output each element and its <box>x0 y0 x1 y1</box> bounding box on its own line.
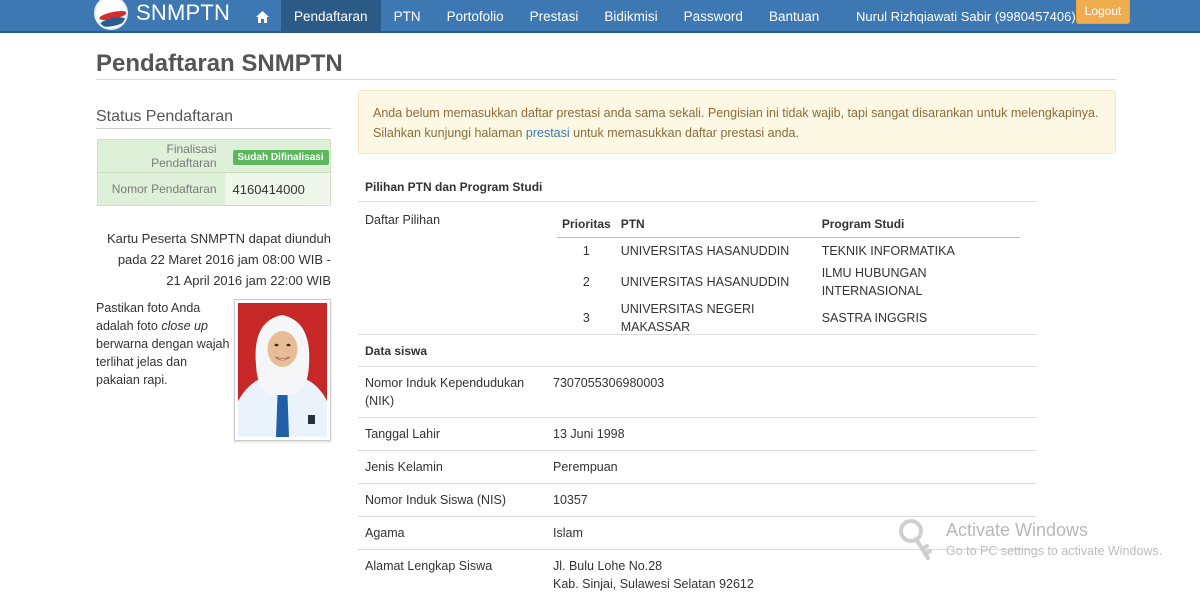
pilihan-table: Prioritas PTN Program Studi 1 UNIVERSITA… <box>557 211 1020 336</box>
pilihan-program-studi: TEKNIK INFORMATIKA <box>821 243 955 258</box>
nav-item-ptn[interactable]: PTN <box>381 0 434 33</box>
tanggal-lahir-value: 13 Juni 1998 <box>553 427 625 441</box>
header-ptn: PTN <box>615 211 817 238</box>
foto-note: Pastikan foto Anda adalah foto close up … <box>96 299 232 389</box>
logout-button[interactable]: Logout <box>1076 0 1130 24</box>
registration-detail: Pilihan PTN dan Program Studi Daftar Pil… <box>358 172 1037 610</box>
section-data-siswa-title: Data siswa <box>358 335 1037 367</box>
status-row-nomor: Nomor Pendaftaran 4160414000 <box>97 172 331 206</box>
daftar-pilihan-value: Prioritas PTN Program Studi 1 UNIVERSITA… <box>546 202 1037 334</box>
page-title: Pendaftaran SNMPTN <box>96 50 343 77</box>
table-row: 1 UNIVERSITAS HASANUDDIN TEKNIK INFORMAT… <box>557 237 1020 264</box>
pilihan-ptn: UNIVERSITAS HASANUDDIN <box>620 275 790 289</box>
student-photo-frame <box>234 299 331 441</box>
nomor-pendaftaran-value: 4160414000 <box>224 172 331 206</box>
alamat-line-2: Kab. Sinjai, Sulawesi Selatan 92612 <box>553 577 754 591</box>
nav-home-button[interactable] <box>248 0 276 33</box>
status-divider <box>96 128 331 129</box>
finalisasi-value: Sudah Difinalisasi <box>225 140 331 173</box>
tanggal-lahir-label: Tanggal Lahir <box>365 427 441 441</box>
agama-label: Agama <box>365 526 405 540</box>
pilihan-ptn: UNIVERSITAS NEGERI MAKASSAR <box>620 302 755 334</box>
alamat-label: Alamat Lengkap Siswa <box>365 559 493 573</box>
status-heading: Status Pendaftaran <box>96 108 233 125</box>
section-pilihan-title: Pilihan PTN dan Program Studi <box>358 172 1037 202</box>
jenis-kelamin-value: Perempuan <box>553 460 618 474</box>
status-row-finalisasi: Finalisasi Pendaftaran Sudah Difinalisas… <box>98 140 331 173</box>
header-prioritas: Prioritas <box>557 211 616 238</box>
home-icon <box>255 10 269 23</box>
siswa-row-tanggal-lahir: Tanggal Lahir 13 Juni 1998 <box>358 418 1037 451</box>
brand-link[interactable]: SNMPTN <box>94 0 230 32</box>
nav-item-password[interactable]: Password <box>671 0 756 33</box>
header-program-studi: Program Studi <box>816 211 1020 238</box>
top-navbar: SNMPTN Pendaftaran PTN Portofolio Presta… <box>0 0 1200 33</box>
student-photo-image <box>238 303 327 437</box>
daftar-pilihan-row: Daftar Pilihan Prioritas PTN Program Stu… <box>358 202 1037 335</box>
table-row: 2 UNIVERSITAS HASANUDDIN ILMU HUBUNGAN I… <box>557 264 1020 300</box>
nomor-pendaftaran-label: Nomor Pendaftaran <box>97 172 225 206</box>
pilihan-prioritas: 2 <box>582 275 590 289</box>
jenis-kelamin-label: Jenis Kelamin <box>365 460 443 474</box>
siswa-row-nik: Nomor Induk Kependudukan (NIK) 730705530… <box>358 367 1037 418</box>
nav-item-bantuan[interactable]: Bantuan <box>756 0 832 33</box>
pilihan-program-studi: SASTRA INGGRIS <box>821 311 928 325</box>
foto-note-emphasis: close up <box>161 319 208 333</box>
foto-note-text-end: berwarna dengan wajah terlihat jelas dan… <box>96 337 230 387</box>
nik-value: 7307055306980003 <box>553 376 665 390</box>
nis-value: 10357 <box>553 493 588 507</box>
pilihan-program-studi: ILMU HUBUNGAN INTERNASIONAL <box>821 266 927 298</box>
prestasi-alert: Anda belum memasukkan daftar prestasi an… <box>358 90 1116 154</box>
nav-item-portofolio[interactable]: Portofolio <box>434 0 517 33</box>
pilihan-table-header: Prioritas PTN Program Studi <box>557 211 1020 238</box>
nik-label: Nomor Induk Kependudukan (NIK) <box>365 376 525 408</box>
alert-line-2-text: Silahkan kunjungi halaman <box>373 126 526 140</box>
student-photo <box>238 303 327 437</box>
siswa-row-nis: Nomor Induk Siswa (NIS) 10357 <box>358 484 1037 517</box>
alert-line-2: Silahkan kunjungi halaman prestasi untuk… <box>373 123 1101 143</box>
table-row: 3 UNIVERSITAS NEGERI MAKASSAR SASTRA ING… <box>557 300 1020 336</box>
nav-item-pendaftaran[interactable]: Pendaftaran <box>281 0 381 33</box>
pilihan-prioritas: 3 <box>582 311 590 325</box>
alert-line-2-text-end: untuk memasukkan daftar prestasi anda. <box>569 126 799 140</box>
status-table: Finalisasi Pendaftaran Sudah Difinalisas… <box>97 139 331 206</box>
siswa-row-agama: Agama Islam <box>358 517 1037 550</box>
finalisasi-label: Finalisasi Pendaftaran <box>151 142 217 170</box>
nav-item-bidikmisi[interactable]: Bidikmisi <box>591 0 670 33</box>
alamat-value: Jl. Bulu Lohe No.28 Kab. Sinjai, Sulawes… <box>546 550 1037 610</box>
snmptn-logo-icon <box>94 0 128 30</box>
nis-label: Nomor Induk Siswa (NIS) <box>365 493 507 507</box>
daftar-pilihan-label: Daftar Pilihan <box>365 213 441 227</box>
user-name: Nurul Rizhqiawati Sabir (9980457406) <box>856 9 1076 24</box>
alert-line-1: Anda belum memasukkan daftar prestasi an… <box>373 106 1099 120</box>
prestasi-link[interactable]: prestasi <box>526 126 570 140</box>
kartu-peserta-note: Kartu Peserta SNMPTN dapat diunduh pada … <box>106 231 331 288</box>
pilihan-prioritas: 1 <box>582 243 590 258</box>
alamat-line-1: Jl. Bulu Lohe No.28 <box>553 559 663 573</box>
main-nav: Pendaftaran PTN Portofolio Prestasi Bidi… <box>281 0 832 33</box>
title-divider <box>96 79 1116 80</box>
finalisasi-status-badge: Sudah Difinalisasi <box>232 149 329 165</box>
agama-value: Islam <box>553 526 583 540</box>
brand-name: SNMPTN <box>136 0 231 25</box>
siswa-row-jenis-kelamin: Jenis Kelamin Perempuan <box>358 451 1037 484</box>
siswa-row-alamat: Alamat Lengkap Siswa Jl. Bulu Lohe No.28… <box>358 550 1037 610</box>
nav-item-prestasi[interactable]: Prestasi <box>517 0 592 33</box>
pilihan-ptn: UNIVERSITAS HASANUDDIN <box>620 243 790 258</box>
